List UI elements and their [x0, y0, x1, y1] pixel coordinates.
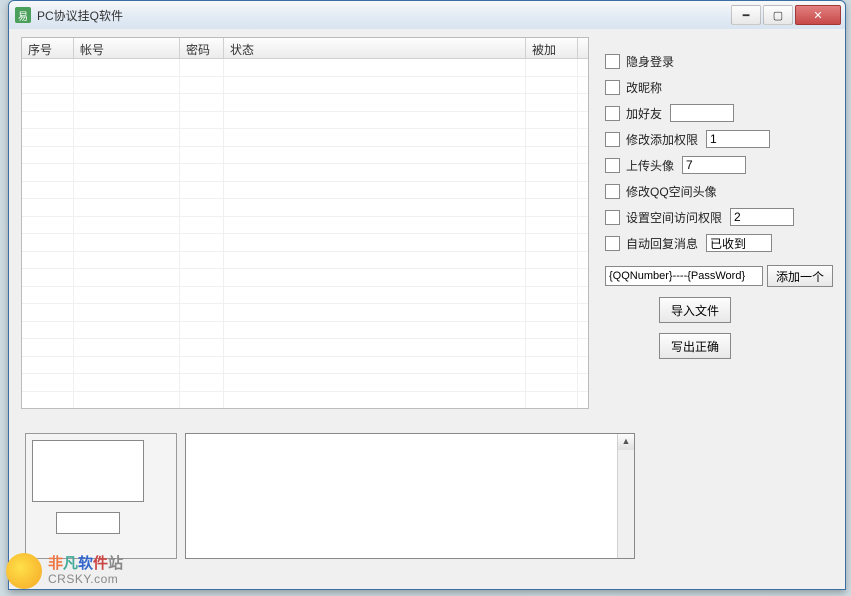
column-header[interactable]: 状态 [224, 38, 526, 58]
window-buttons: ━ ▢ ✕ [731, 5, 841, 25]
input-add-friend[interactable] [670, 104, 734, 122]
table-row[interactable] [22, 392, 588, 409]
table-row[interactable] [22, 59, 588, 77]
minimize-button[interactable]: ━ [731, 5, 761, 25]
checkbox-change-nick[interactable] [605, 80, 620, 95]
table-row[interactable] [22, 217, 588, 235]
table-row[interactable] [22, 322, 588, 340]
table-row[interactable] [22, 77, 588, 95]
column-header[interactable]: 帐号 [74, 38, 180, 58]
table-row[interactable] [22, 129, 588, 147]
scroll-up-icon[interactable]: ▲ [618, 434, 634, 450]
table-row[interactable] [22, 147, 588, 165]
table-row[interactable] [22, 199, 588, 217]
checkbox-set-qzone-perm[interactable] [605, 210, 620, 225]
column-header[interactable]: 序号 [22, 38, 74, 58]
maximize-button[interactable]: ▢ [763, 5, 793, 25]
preview-image [32, 440, 144, 502]
table-row[interactable] [22, 182, 588, 200]
preview-box [25, 433, 177, 559]
input-upload-avatar[interactable] [682, 156, 746, 174]
app-icon: 易 [15, 7, 31, 23]
column-header[interactable]: 被加 [526, 38, 578, 58]
table-body [22, 59, 588, 408]
checkbox-upload-avatar[interactable] [605, 158, 620, 173]
label-stealth-login: 隐身登录 [626, 53, 674, 70]
label-auto-reply: 自动回复消息 [626, 235, 698, 252]
import-file-button[interactable]: 导入文件 [659, 297, 731, 323]
column-header[interactable]: 密码 [180, 38, 224, 58]
table-row[interactable] [22, 112, 588, 130]
export-correct-button[interactable]: 写出正确 [659, 333, 731, 359]
app-window: 易 PC协议挂Q软件 ━ ▢ ✕ 序号帐号密码状态被加 隐身登录 改昵称 [8, 0, 846, 590]
checkbox-modify-perm[interactable] [605, 132, 620, 147]
scrollbar[interactable]: ▲ [617, 434, 634, 558]
checkbox-auto-reply[interactable] [605, 236, 620, 251]
table-row[interactable] [22, 304, 588, 322]
checkbox-change-qzone-avatar[interactable] [605, 184, 620, 199]
preview-input[interactable] [56, 512, 120, 534]
label-change-nick: 改昵称 [626, 79, 662, 96]
accounts-table[interactable]: 序号帐号密码状态被加 [21, 37, 589, 409]
table-row[interactable] [22, 252, 588, 270]
input-modify-perm[interactable] [706, 130, 770, 148]
label-change-qzone-avatar: 修改QQ空间头像 [626, 183, 717, 200]
client-area: 序号帐号密码状态被加 隐身登录 改昵称 加好友 修改添加权限 [17, 35, 837, 581]
label-modify-perm: 修改添加权限 [626, 131, 698, 148]
close-button[interactable]: ✕ [795, 5, 841, 25]
table-row[interactable] [22, 339, 588, 357]
input-auto-reply[interactable] [706, 234, 772, 252]
table-row[interactable] [22, 164, 588, 182]
table-row[interactable] [22, 357, 588, 375]
options-panel: 隐身登录 改昵称 加好友 修改添加权限 上传头像 [605, 51, 835, 359]
table-row[interactable] [22, 374, 588, 392]
table-header: 序号帐号密码状态被加 [22, 38, 588, 59]
checkbox-stealth-login[interactable] [605, 54, 620, 69]
table-row[interactable] [22, 94, 588, 112]
log-textarea[interactable]: ▲ [185, 433, 635, 559]
input-template[interactable] [605, 266, 763, 286]
table-row[interactable] [22, 269, 588, 287]
label-set-qzone-perm: 设置空间访问权限 [626, 209, 722, 226]
table-row[interactable] [22, 287, 588, 305]
table-row[interactable] [22, 234, 588, 252]
titlebar[interactable]: 易 PC协议挂Q软件 ━ ▢ ✕ [9, 1, 845, 29]
label-upload-avatar: 上传头像 [626, 157, 674, 174]
bottom-panel: ▲ [21, 423, 641, 573]
add-one-button[interactable]: 添加一个 [767, 265, 833, 287]
label-add-friend: 加好友 [626, 105, 662, 122]
input-set-qzone-perm[interactable] [730, 208, 794, 226]
window-title: PC协议挂Q软件 [37, 7, 731, 24]
checkbox-add-friend[interactable] [605, 106, 620, 121]
